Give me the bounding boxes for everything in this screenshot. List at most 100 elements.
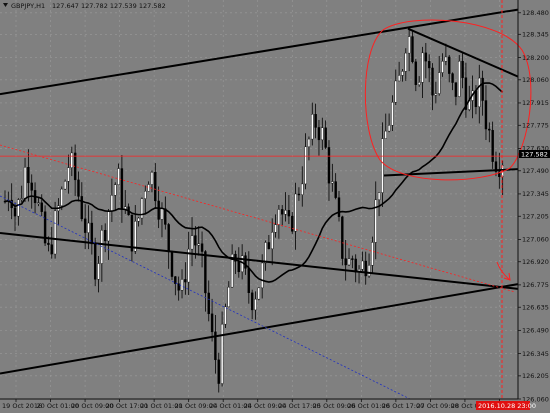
candle-body: [37, 202, 40, 204]
candle-body: [284, 210, 287, 215]
candle-body: [170, 251, 174, 277]
candle-body: [120, 168, 124, 210]
candle-body: [117, 168, 120, 185]
candle-body: [103, 230, 107, 242]
candle-body: [244, 255, 247, 269]
candle-body: [387, 125, 391, 132]
y-tick-label: 127.775: [522, 122, 549, 130]
candle-body: [260, 262, 264, 289]
candle-body: [271, 232, 274, 250]
current-price-label: 127.582: [521, 151, 548, 159]
candle-body: [344, 258, 347, 266]
candle-body: [474, 90, 478, 108]
candle-body: [114, 184, 117, 196]
candle-body: [93, 243, 97, 280]
candle-body: [291, 215, 294, 232]
candle-body: [364, 260, 367, 277]
candle-body: [174, 276, 177, 284]
candle-body: [190, 235, 194, 250]
candle-body: [83, 218, 87, 233]
candle-body: [397, 75, 401, 82]
candle-body: [207, 292, 210, 315]
candle-body: [324, 127, 327, 148]
candle-body: [274, 224, 277, 233]
candle-body: [407, 36, 411, 54]
candle-body: [137, 217, 140, 222]
candle-body: [394, 80, 397, 103]
price-chart[interactable]: 128.480 128.345 128.200 128.060 127.915 127.7…: [0, 0, 550, 413]
symbol-label: GBPJPY,H1: [11, 2, 45, 10]
y-tick-label: 127.060: [522, 236, 549, 244]
candle-body: [107, 210, 110, 242]
candle-body: [287, 210, 291, 217]
candle-body: [327, 147, 331, 184]
candle-body: [144, 190, 147, 199]
candle-body: [220, 323, 224, 384]
candle-body: [63, 181, 67, 190]
candle-body: [17, 199, 20, 217]
candle-body: [30, 182, 33, 191]
candle-body: [384, 130, 387, 139]
y-tick-label: 126.345: [522, 350, 549, 358]
candle-body: [47, 242, 50, 245]
candle-body: [250, 292, 254, 311]
candle-body: [438, 72, 441, 94]
y-tick-label: 126.490: [522, 327, 549, 335]
candle-body: [247, 268, 251, 294]
candle-body: [347, 258, 351, 266]
candle-body: [80, 196, 84, 220]
candle-body: [481, 77, 484, 101]
candle-body: [424, 52, 428, 62]
candle-body: [294, 193, 297, 232]
candle-body: [180, 279, 184, 291]
candle-body: [334, 181, 337, 198]
candle-body: [458, 60, 461, 97]
candle-body: [441, 61, 444, 73]
candle-body: [204, 251, 207, 294]
candle-body: [77, 179, 80, 197]
candle-body: [301, 183, 304, 195]
chart-window[interactable]: 128.480 128.345 128.200 128.060 127.915 127.7…: [0, 0, 550, 413]
y-tick-label: 127.490: [522, 167, 549, 175]
y-tick-label: 126.205: [522, 372, 549, 380]
candle-body: [150, 172, 154, 185]
candle-body: [67, 167, 70, 182]
candle-body: [13, 207, 17, 217]
candle-body: [381, 138, 384, 193]
candle-body: [100, 230, 104, 264]
candle-body: [321, 127, 324, 141]
candle-body: [254, 298, 257, 311]
candle-body: [297, 193, 301, 196]
candle-body: [23, 167, 27, 199]
candle-body: [448, 56, 451, 74]
candle-body: [317, 127, 321, 141]
candle-body: [377, 192, 381, 201]
candle-body: [391, 102, 394, 126]
candle-body: [50, 244, 53, 255]
candle-body: [461, 60, 464, 78]
y-tick-label: 128.480: [522, 9, 549, 17]
y-tick-label: 126.775: [522, 281, 549, 289]
candle-body: [27, 167, 30, 184]
candle-body: [337, 197, 341, 217]
candle-body: [130, 214, 134, 252]
candle-body: [307, 138, 311, 148]
candle-body: [367, 265, 371, 277]
candle-body: [374, 199, 377, 243]
candle-body: [227, 286, 230, 308]
candle-body: [87, 222, 90, 233]
candle-body: [110, 195, 114, 211]
candle-body: [351, 258, 354, 260]
candle-body: [277, 209, 281, 225]
candle-body: [154, 172, 157, 202]
candle-body: [53, 210, 57, 255]
y-tick-label: 127.915: [522, 99, 549, 107]
candle-body: [331, 181, 334, 184]
candle-body: [197, 243, 200, 246]
candle-body: [451, 73, 454, 83]
candle-body: [478, 77, 481, 108]
candle-body: [281, 209, 284, 215]
candle-body: [401, 71, 404, 76]
candle-body: [160, 208, 164, 220]
candle-body: [224, 306, 227, 325]
